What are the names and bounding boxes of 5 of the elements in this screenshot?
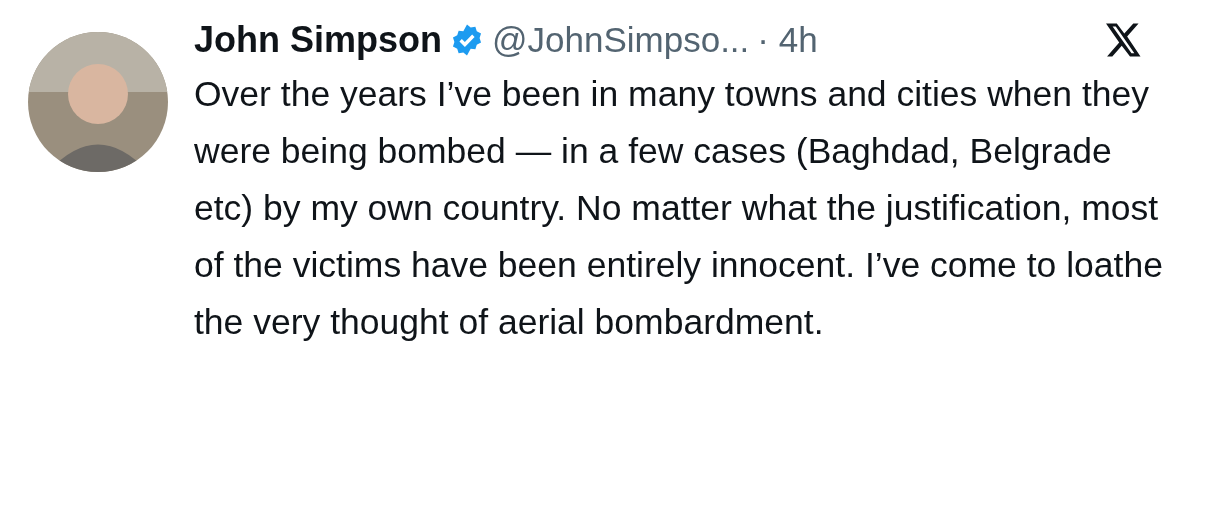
author-handle[interactable]: @JohnSimpso... bbox=[492, 20, 750, 60]
post-time[interactable]: · 4h bbox=[757, 20, 818, 60]
author-name[interactable]: John Simpson bbox=[194, 19, 442, 61]
x-logo-icon[interactable] bbox=[1106, 23, 1142, 57]
post-text: Over the years I’ve been in many towns and cities when they were being bombed — in a few cases (Baghdad, Belgrade etc) by my own country. No matter what the justification, most of the victims have been entirely innocent. I’ve come to loathe the very thought of aerial bombardment. bbox=[194, 73, 1164, 344]
